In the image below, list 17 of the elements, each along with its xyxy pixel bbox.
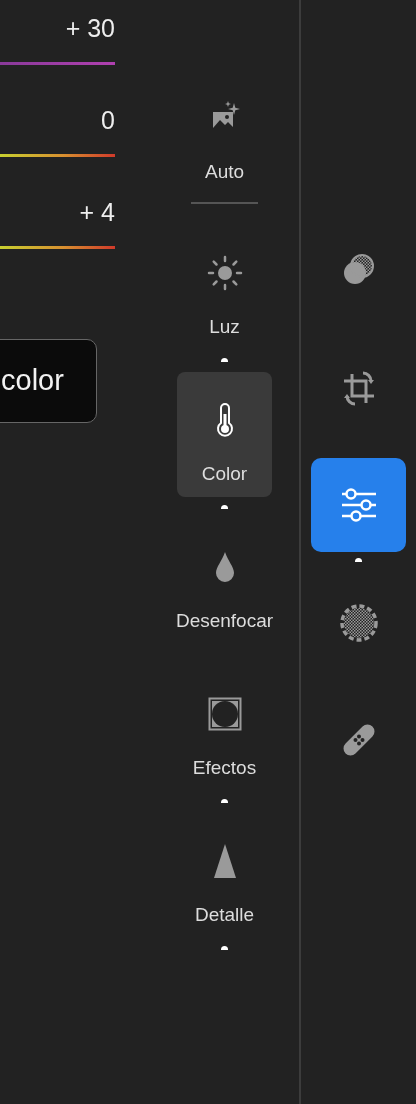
vignette-icon [206, 696, 243, 732]
tool-button[interactable] [311, 458, 406, 552]
color-button[interactable]: color [0, 339, 97, 423]
panel-tab[interactable]: Detalle [177, 813, 272, 938]
slider-track[interactable] [0, 246, 115, 249]
slider-value: + 4 [78, 197, 115, 228]
dotted-circle-icon [338, 602, 379, 643]
panel-tab[interactable]: Desenfocar [177, 519, 272, 644]
panel-tab[interactable]: Color [177, 372, 272, 497]
slider-track[interactable] [0, 154, 115, 157]
sun-icon [206, 255, 243, 291]
panel-tab[interactable]: Auto [177, 70, 272, 195]
slider-track[interactable] [0, 62, 115, 65]
slider-value: 0 [100, 105, 115, 136]
slider-value: + 30 [64, 13, 115, 44]
panel-tab[interactable]: Efectos [177, 666, 272, 791]
panel-tab[interactable]: Luz [177, 225, 272, 350]
